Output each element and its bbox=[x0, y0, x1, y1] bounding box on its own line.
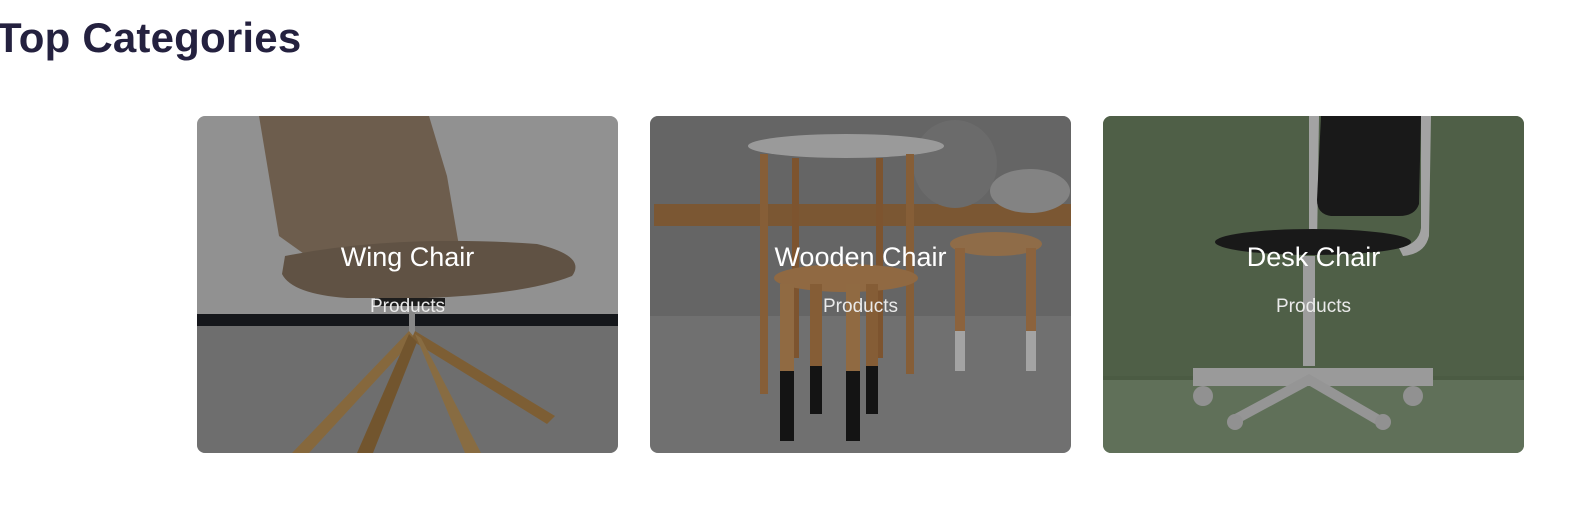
category-title: Wooden Chair bbox=[774, 242, 947, 272]
category-subtitle: Products bbox=[823, 296, 898, 317]
section-title: Top Categories bbox=[0, 14, 302, 61]
category-title: Wing Chair bbox=[340, 242, 475, 272]
category-card-wooden-chair[interactable]: Wooden Chair Products bbox=[650, 116, 1071, 453]
category-subtitle: Products bbox=[370, 296, 445, 317]
category-card-wing-chair[interactable]: Wing Chair Products bbox=[197, 116, 618, 453]
category-cards: Wing Chair Products Wooden Chair Product… bbox=[197, 116, 1524, 453]
category-subtitle: Products bbox=[1276, 296, 1351, 317]
category-title: Desk Chair bbox=[1246, 242, 1381, 272]
category-card-desk-chair[interactable]: Desk Chair Products bbox=[1103, 116, 1524, 453]
